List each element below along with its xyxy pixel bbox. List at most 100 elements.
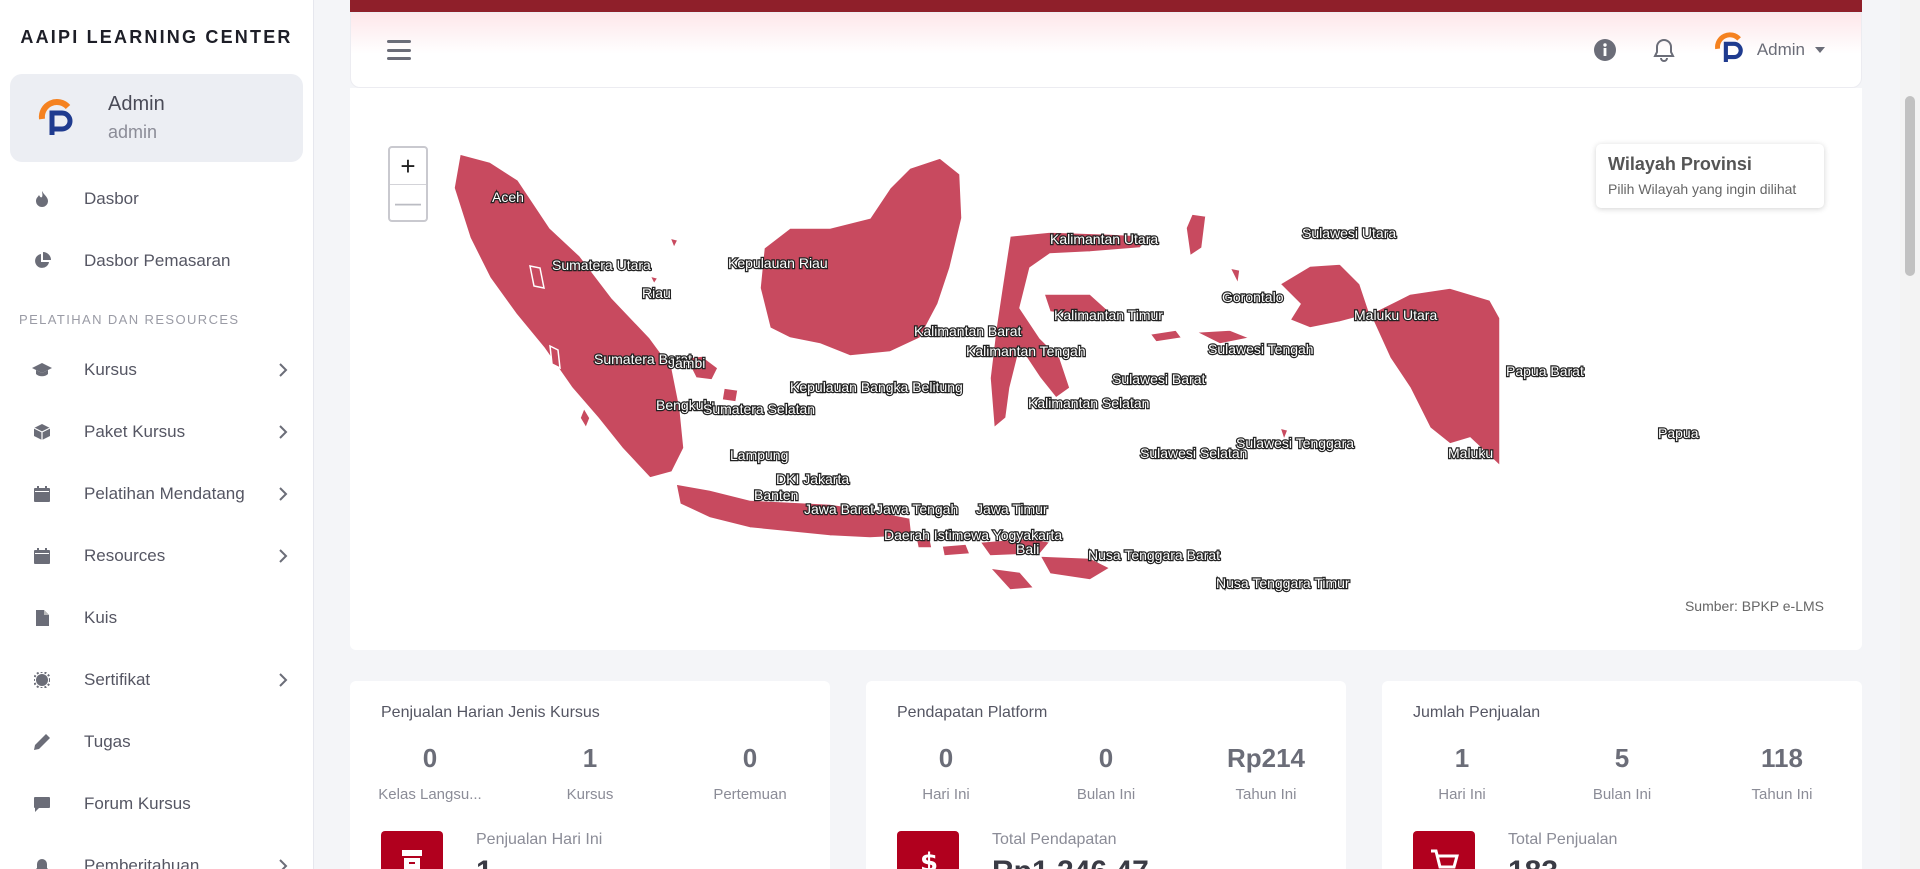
user-menu-dropdown[interactable]: Admin [1711, 29, 1825, 72]
zoom-in-button[interactable]: + [390, 148, 426, 184]
svg-text:Kalimantan Tengah: Kalimantan Tengah [966, 343, 1086, 359]
sidebar-item-pelatihan-mendatang[interactable]: Pelatihan Mendatang [0, 463, 313, 525]
sidebar-item-kuis[interactable]: Kuis [0, 587, 313, 649]
svg-text:Sulawesi Utara: Sulawesi Utara [1302, 225, 1396, 241]
calendar-icon [32, 484, 52, 504]
sidebar-item-paket-kursus[interactable]: Paket Kursus [0, 401, 313, 463]
chevron-right-icon [279, 425, 288, 439]
svg-text:Kepulauan Riau: Kepulauan Riau [728, 255, 828, 271]
map-legend: Wilayah Provinsi Pilih Wilayah yang ingi… [1596, 144, 1824, 208]
stat-value: 0 [938, 743, 954, 773]
svg-text:Gorontalo: Gorontalo [1222, 289, 1284, 305]
svg-text:Kalimantan Barat: Kalimantan Barat [914, 323, 1022, 339]
map-region-maluku-utara [1185, 213, 1241, 287]
sidebar-item-sertifikat[interactable]: Sertifikat [0, 649, 313, 711]
province-map-card: Aceh Sumatera Utara Riau Kepulauan Riau … [350, 88, 1862, 650]
sidebar-section-title: PELATIHAN DAN RESOURCES [19, 312, 240, 327]
sidebar-nav: Dasbor Dasbor Pemasaran PELATIHAN DAN RE… [0, 168, 313, 869]
svg-text:Bali: Bali [1016, 541, 1039, 557]
sidebar-item-resources[interactable]: Resources [0, 525, 313, 587]
chat-icon [32, 794, 52, 814]
stat-foot-value: Rp1.246,47 [992, 855, 1149, 869]
svg-text:Lampung: Lampung [730, 447, 788, 463]
bell-icon [32, 856, 52, 869]
archive-icon [381, 831, 443, 869]
stat-card-pendapatan-platform: Pendapatan Platform 0 Hari Ini 0 Bulan Ini… [866, 681, 1346, 869]
pencil-icon [32, 732, 52, 752]
sidebar-item-label: Resources [84, 546, 166, 565]
stat-card-penjualan-harian: Penjualan Harian Jenis Kursus 0 Kelas Lan… [350, 681, 830, 869]
sidebar-item-label: Pemberitahuan [84, 856, 200, 869]
dollar-icon: $ [897, 831, 959, 869]
sidebar-item-label: Kursus [84, 360, 137, 379]
stat-label: Hari Ini [1438, 786, 1486, 803]
sidebar-item-kursus[interactable]: Kursus [0, 339, 313, 401]
pie-chart-icon [32, 251, 52, 271]
svg-text:DKI Jakarta: DKI Jakarta [776, 471, 849, 487]
svg-text:Jawa Tengah: Jawa Tengah [876, 501, 958, 517]
stat-foot-label: Total Penjualan [1508, 831, 1618, 848]
notification-bell-icon[interactable] [1652, 38, 1676, 62]
sidebar-item-forum-kursus[interactable]: Forum Kursus [0, 773, 313, 835]
sidebar-item-tugas[interactable]: Tugas [0, 711, 313, 773]
stat-foot-label: Total Pendapatan [992, 831, 1117, 848]
legend-title: Wilayah Provinsi [1608, 154, 1752, 174]
badge-icon [32, 670, 52, 690]
chevron-right-icon [279, 673, 288, 687]
cart-icon [1413, 831, 1475, 869]
chevron-right-icon [279, 363, 288, 377]
brand-title: AAIPI LEARNING CENTER [20, 26, 293, 47]
stat-value: 0 [422, 743, 438, 773]
stat-label: Kelas Langsu... [378, 786, 482, 803]
zoom-out-button[interactable]: — [390, 184, 426, 220]
sidebar-item-label: Dasbor Pemasaran [84, 251, 231, 270]
svg-text:Banten: Banten [754, 487, 798, 503]
stat-value: Rp214 [1226, 743, 1306, 773]
sidebar-item-dasbor-pemasaran[interactable]: Dasbor Pemasaran [0, 230, 313, 292]
stat-value: 118 [1761, 743, 1803, 773]
user-menu-label: Admin [1756, 40, 1805, 59]
caret-down-icon [1815, 47, 1825, 53]
svg-text:Sulawesi Tengah: Sulawesi Tengah [1208, 341, 1314, 357]
sidebar: AAIPI LEARNING CENTER Admin admin Dasbor… [0, 0, 314, 869]
stat-foot-value: 1 [476, 855, 602, 869]
map-region-sumatra [453, 153, 685, 479]
stat-foot-label: Penjualan Hari Ini [476, 831, 603, 848]
svg-text:Aceh: Aceh [492, 189, 524, 205]
file-icon [32, 608, 52, 628]
stat-title: Pendapatan Platform [897, 704, 1048, 721]
svg-text:$: $ [920, 848, 938, 869]
stat-foot-value: 183 [1508, 855, 1617, 869]
svg-text:Kalimantan Selatan: Kalimantan Selatan [1028, 395, 1149, 411]
svg-text:Sulawesi Tenggara: Sulawesi Tenggara [1236, 435, 1354, 451]
sidebar-item-dasbor[interactable]: Dasbor [0, 168, 313, 230]
stat-label: Bulan Ini [1592, 786, 1652, 803]
stat-label: Hari Ini [922, 786, 970, 803]
user-name: Admin [108, 93, 165, 115]
app-logo-icon [32, 93, 82, 143]
legend-subtitle: Pilih Wilayah yang ingin dilihat [1608, 181, 1797, 197]
page-scrollbar[interactable] [1900, 0, 1920, 869]
svg-text:Riau: Riau [642, 285, 671, 301]
sidebar-item-label: Dasbor [84, 189, 139, 208]
chevron-right-icon [279, 859, 288, 869]
svg-text:Jawa Timur: Jawa Timur [976, 501, 1048, 517]
sidebar-item-pemberitahuan[interactable]: Pemberitahuan [0, 835, 313, 869]
stat-label: Tahun Ini [1235, 786, 1297, 803]
map-zoom-control: + — [388, 146, 428, 222]
svg-text:Sumatera Utara: Sumatera Utara [552, 257, 651, 273]
svg-text:Papua: Papua [1658, 425, 1699, 441]
stat-card-jumlah-penjualan: Jumlah Penjualan 1 Hari Ini 5 Bulan Ini 11… [1382, 681, 1862, 869]
map-region-ntb [941, 543, 972, 557]
stat-value: 0 [742, 743, 758, 773]
svg-text:Maluku: Maluku [1448, 445, 1493, 461]
scrollbar-thumb[interactable] [1905, 96, 1915, 276]
stat-label: Bulan Ini [1076, 786, 1136, 803]
menu-toggle-icon[interactable] [387, 40, 411, 60]
map-region-kepri [648, 236, 680, 286]
user-card[interactable]: Admin admin [10, 74, 303, 162]
sidebar-item-label: Kuis [84, 608, 118, 627]
info-icon[interactable] [1593, 38, 1617, 62]
svg-text:Kalimantan Utara: Kalimantan Utara [1050, 231, 1158, 247]
svg-text:Sulawesi Selatan: Sulawesi Selatan [1140, 445, 1247, 461]
